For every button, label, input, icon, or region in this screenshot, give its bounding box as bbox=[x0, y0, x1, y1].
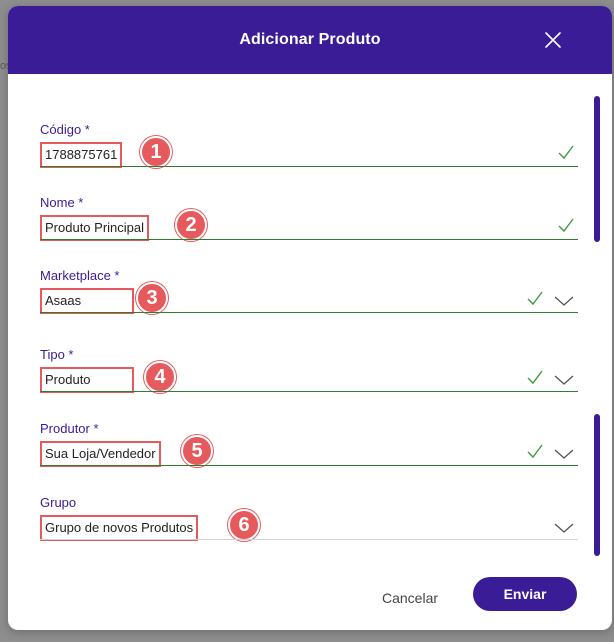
chevron-down-icon[interactable] bbox=[554, 373, 574, 385]
annotation-badge: 1 bbox=[140, 136, 172, 168]
dialog-header: Adicionar Produto bbox=[8, 6, 612, 74]
grupo-label: Grupo bbox=[40, 495, 77, 510]
field-underline bbox=[40, 239, 578, 240]
scrollbar-segment[interactable] bbox=[594, 414, 600, 556]
form-body: Código * 1788875761 1 Nome * Produto Pri… bbox=[8, 74, 612, 554]
annotation-badge: 3 bbox=[136, 282, 168, 314]
annotation-badge: 5 bbox=[181, 435, 213, 467]
produtor-label: Produtor * bbox=[40, 421, 99, 436]
produtor-select[interactable]: Sua Loja/Vendedor bbox=[40, 441, 161, 467]
check-icon bbox=[558, 217, 574, 233]
check-icon bbox=[527, 369, 543, 385]
scrollbar[interactable] bbox=[594, 96, 600, 556]
check-icon bbox=[527, 443, 543, 459]
field-underline bbox=[40, 391, 578, 392]
codigo-label: Código * bbox=[40, 122, 90, 137]
nome-input[interactable]: Produto Principal bbox=[40, 215, 149, 241]
marketplace-field[interactable]: Marketplace * Asaas 3 bbox=[40, 268, 578, 318]
tipo-field[interactable]: Tipo * Produto 4 bbox=[40, 347, 578, 397]
field-underline bbox=[40, 465, 578, 466]
annotation-badge: 6 bbox=[228, 509, 260, 541]
tipo-select[interactable]: Produto bbox=[40, 367, 134, 393]
codigo-field[interactable]: Código * 1788875761 1 bbox=[40, 122, 578, 172]
nome-field[interactable]: Nome * Produto Principal 2 bbox=[40, 195, 578, 245]
scrollbar-thumb[interactable] bbox=[594, 96, 600, 242]
annotation-badge: 4 bbox=[144, 361, 176, 393]
check-icon bbox=[527, 290, 543, 306]
produtor-field[interactable]: Produtor * Sua Loja/Vendedor 5 bbox=[40, 421, 578, 471]
field-underline bbox=[40, 539, 578, 540]
tipo-label: Tipo * bbox=[40, 347, 74, 362]
grupo-select[interactable]: Grupo de novos Produtos bbox=[40, 515, 199, 541]
dialog-footer: Cancelar Enviar bbox=[8, 566, 612, 630]
chevron-down-icon[interactable] bbox=[554, 294, 574, 306]
codigo-input[interactable]: 1788875761 bbox=[40, 142, 123, 168]
add-product-dialog: Adicionar Produto Código * 1788875761 1 … bbox=[8, 6, 612, 630]
marketplace-label: Marketplace * bbox=[40, 268, 120, 283]
submit-button[interactable]: Enviar bbox=[473, 577, 577, 611]
field-underline bbox=[40, 312, 578, 313]
chevron-down-icon[interactable] bbox=[554, 447, 574, 459]
close-icon[interactable] bbox=[544, 31, 562, 49]
chevron-down-icon[interactable] bbox=[554, 521, 574, 533]
cancel-button[interactable]: Cancelar bbox=[370, 582, 450, 614]
check-icon bbox=[558, 144, 574, 160]
field-underline bbox=[40, 166, 578, 167]
marketplace-select[interactable]: Asaas bbox=[40, 288, 134, 314]
dialog-title: Adicionar Produto bbox=[239, 31, 381, 48]
annotation-badge: 2 bbox=[175, 209, 207, 241]
nome-label: Nome * bbox=[40, 195, 84, 210]
grupo-field[interactable]: Grupo Grupo de novos Produtos 6 bbox=[40, 495, 578, 545]
